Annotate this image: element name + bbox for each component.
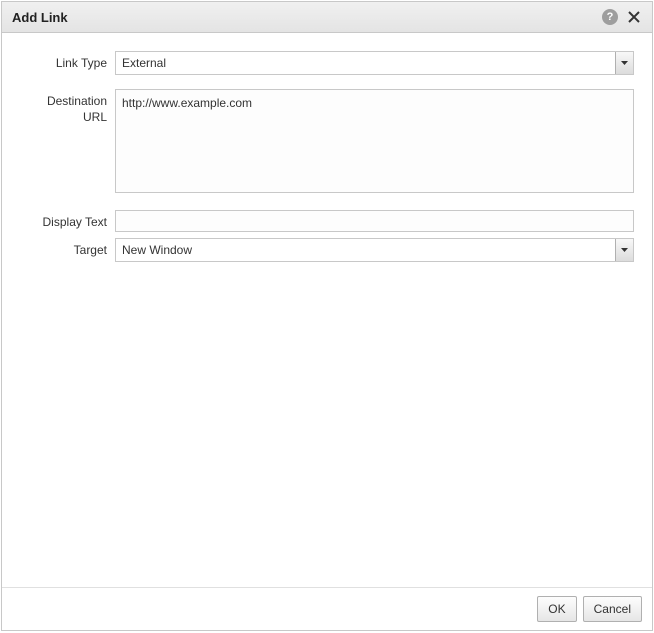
label-link-type: Link Type [20,51,115,72]
control-display-text [115,210,634,232]
dialog-header: Add Link ? [2,2,652,33]
dialog-footer: OK Cancel [2,587,652,630]
ok-button[interactable]: OK [537,596,576,622]
control-link-type: External [115,51,634,75]
control-target: New Window [115,238,634,262]
control-destination-url [115,89,634,196]
row-display-text: Display Text [20,210,634,232]
cancel-button[interactable]: Cancel [583,596,642,622]
row-target: Target New Window [20,238,634,262]
destination-url-input[interactable] [115,89,634,193]
target-select[interactable]: New Window [115,238,634,262]
link-type-select[interactable]: External [115,51,634,75]
row-link-type: Link Type External [20,51,634,75]
label-target: Target [20,238,115,259]
display-text-input[interactable] [115,210,634,232]
close-icon[interactable] [626,9,642,25]
help-icon[interactable]: ? [602,9,618,25]
header-icons: ? [602,9,642,25]
link-type-value: External [116,56,615,70]
chevron-down-icon[interactable] [615,239,633,261]
dialog-title: Add Link [12,10,68,25]
add-link-dialog: Add Link ? Link Type External Destinatio… [1,1,653,631]
target-value: New Window [116,243,615,257]
row-destination-url: Destination URL [20,89,634,196]
chevron-down-icon[interactable] [615,52,633,74]
label-display-text: Display Text [20,210,115,231]
label-destination-url: Destination URL [20,89,115,125]
dialog-body: Link Type External Destination URL Displ… [2,33,652,587]
